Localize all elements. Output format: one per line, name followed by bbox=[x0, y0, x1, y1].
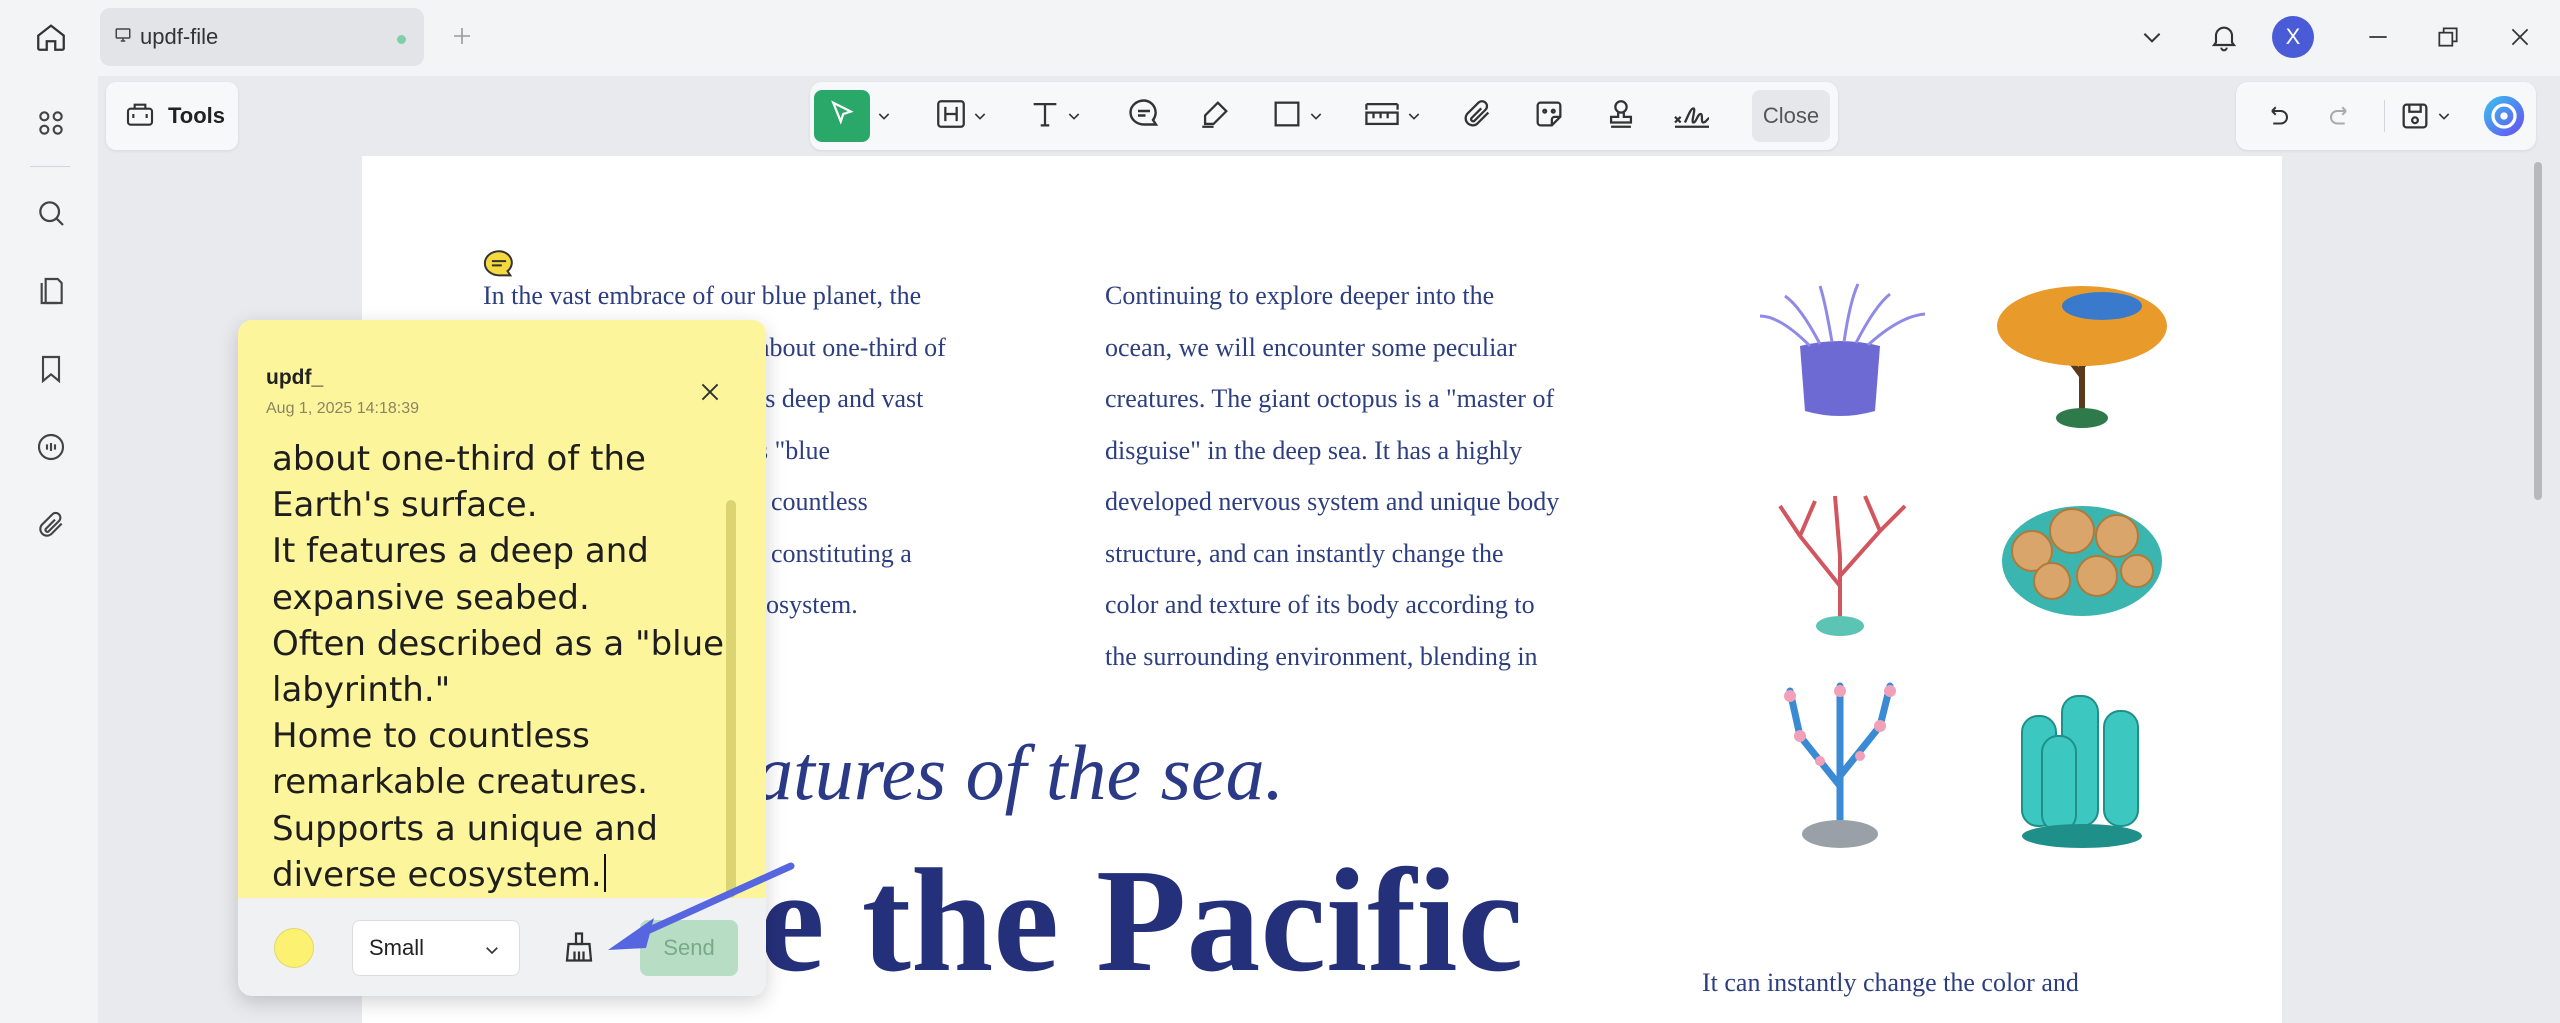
font-size-select[interactable]: Small bbox=[352, 920, 520, 976]
pointer-arrow bbox=[608, 862, 795, 950]
ruler-icon bbox=[1362, 97, 1402, 136]
annotation-toolbar: Close bbox=[810, 82, 1838, 150]
note-line: Home to countless bbox=[272, 716, 590, 757]
text-tool-button[interactable] bbox=[1028, 90, 1082, 142]
shape-tool-button[interactable] bbox=[1270, 90, 1324, 142]
right-caption: It can instantly change the color and bbox=[1702, 968, 2079, 997]
divider bbox=[30, 166, 70, 167]
note-line: diverse ecosystem. bbox=[272, 854, 602, 895]
text-icon bbox=[1028, 97, 1062, 136]
highlight-tool-button[interactable] bbox=[934, 90, 988, 142]
avatar[interactable]: X bbox=[2272, 16, 2314, 58]
text-line: the surrounding environment, blending in bbox=[1105, 641, 1538, 671]
ai-assistant-icon[interactable] bbox=[2482, 90, 2526, 142]
note-line: Earth's surface. bbox=[272, 485, 538, 526]
text-line: Continuing to explore deeper into the bbox=[1105, 281, 1495, 310]
redo-icon[interactable] bbox=[2326, 90, 2356, 142]
close-icon[interactable] bbox=[690, 372, 730, 412]
attach-tool-button[interactable] bbox=[1460, 90, 1494, 142]
text-line: creatures. The giant octopus is a "maste… bbox=[1105, 384, 1555, 413]
note-body: updf_ Aug 1, 2025 14:18:39 about one-thi… bbox=[238, 320, 766, 898]
note-author: updf_ bbox=[266, 366, 324, 389]
scrollbar-thumb[interactable] bbox=[2534, 162, 2542, 500]
red-coral-image bbox=[1778, 495, 1907, 636]
home-icon[interactable] bbox=[24, 14, 78, 60]
rectangle-icon bbox=[1270, 97, 1304, 136]
right-toolbar bbox=[2236, 82, 2536, 150]
monitor-icon bbox=[114, 26, 132, 49]
title-bar: updf-file X bbox=[0, 0, 2560, 76]
saved-status-dot bbox=[397, 35, 406, 44]
heading-box-icon bbox=[934, 97, 968, 136]
toolbox-icon bbox=[124, 98, 156, 135]
signature-icon bbox=[1670, 97, 1714, 136]
paperclip-icon bbox=[1460, 97, 1494, 136]
note-line: Supports a unique and bbox=[272, 808, 658, 849]
font-size-value: Small bbox=[369, 935, 425, 960]
signature-tool-button[interactable] bbox=[1670, 90, 1714, 142]
search-icon[interactable] bbox=[24, 186, 78, 240]
minimize-icon[interactable] bbox=[2354, 14, 2402, 60]
close-annotation-button[interactable]: Close bbox=[1752, 90, 1830, 142]
note-timestamp: Aug 1, 2025 14:18:39 bbox=[266, 400, 420, 417]
undo-icon[interactable] bbox=[2262, 90, 2292, 142]
select-tool-button[interactable] bbox=[814, 90, 870, 142]
sticker-icon bbox=[1532, 97, 1566, 136]
teal-tube-coral-image bbox=[2021, 695, 2142, 848]
attachment-icon[interactable] bbox=[24, 498, 78, 552]
orange-coral-image bbox=[1997, 286, 2167, 428]
sea-anemone-image bbox=[1759, 283, 1926, 416]
note-color-picker[interactable] bbox=[274, 928, 314, 968]
chevron-down-icon[interactable] bbox=[2128, 14, 2176, 60]
stamp-icon bbox=[1604, 97, 1638, 136]
grid-icon[interactable] bbox=[24, 96, 78, 150]
note-scrollbar[interactable] bbox=[726, 500, 736, 898]
comment-tool-button[interactable] bbox=[1126, 90, 1162, 142]
section-subtitle: reatures of the sea. bbox=[692, 729, 1285, 816]
document-tab[interactable]: updf-file bbox=[100, 8, 424, 66]
note-line: about one-third of the bbox=[272, 439, 646, 479]
pink-blue-coral-image bbox=[1784, 682, 1896, 848]
divider bbox=[2384, 100, 2385, 132]
tools-label: Tools bbox=[168, 103, 226, 128]
tools-button[interactable]: Tools bbox=[106, 82, 238, 150]
save-icon[interactable] bbox=[2398, 90, 2452, 142]
text-line: ocean, we will encounter some peculiar bbox=[1105, 332, 1517, 362]
bookmark-icon[interactable] bbox=[24, 342, 78, 396]
left-sidebar bbox=[0, 76, 98, 1023]
pen-tool-button[interactable] bbox=[1198, 90, 1232, 142]
text-line: color and texture of its body according … bbox=[1105, 590, 1535, 619]
restore-icon[interactable] bbox=[2424, 14, 2472, 60]
text-line: structure, and can instantly change the bbox=[1105, 538, 1504, 568]
tab-title: updf-file bbox=[140, 24, 219, 49]
chevron-down-icon bbox=[483, 939, 501, 965]
column-2: Continuing to explore deeper into the oc… bbox=[1105, 270, 1559, 682]
text-line: In the vast embrace of our blue planet, … bbox=[483, 281, 922, 310]
bell-icon[interactable] bbox=[2200, 14, 2248, 60]
note-line: labyrinth." bbox=[272, 670, 451, 711]
measure-tool-button[interactable] bbox=[1362, 90, 1422, 142]
sticker-tool-button[interactable] bbox=[1532, 90, 1566, 142]
close-window-icon[interactable] bbox=[2496, 14, 2544, 60]
stamp-tool-button[interactable] bbox=[1604, 90, 1638, 142]
note-line: remarkable creatures. bbox=[272, 762, 648, 803]
select-tool-dropdown[interactable] bbox=[872, 90, 892, 142]
note-text-area[interactable]: about one-third of the Earth's surface. … bbox=[272, 436, 725, 898]
comment-bubble-icon bbox=[1126, 96, 1162, 137]
cursor-icon bbox=[827, 99, 857, 134]
note-line: expansive seabed. bbox=[272, 577, 590, 618]
note-line: It features a deep and bbox=[272, 531, 649, 572]
text-line: disguise" in the deep sea. It has a high… bbox=[1105, 435, 1523, 465]
text-line: developed nervous system and unique body bbox=[1105, 487, 1560, 516]
pen-icon bbox=[1198, 97, 1232, 136]
note-line: Often described as a "blue bbox=[272, 623, 725, 664]
comments-icon[interactable] bbox=[24, 420, 78, 474]
new-tab-plus-icon[interactable] bbox=[444, 18, 480, 54]
pages-icon[interactable] bbox=[24, 264, 78, 318]
cup-coral-image bbox=[2002, 506, 2162, 616]
